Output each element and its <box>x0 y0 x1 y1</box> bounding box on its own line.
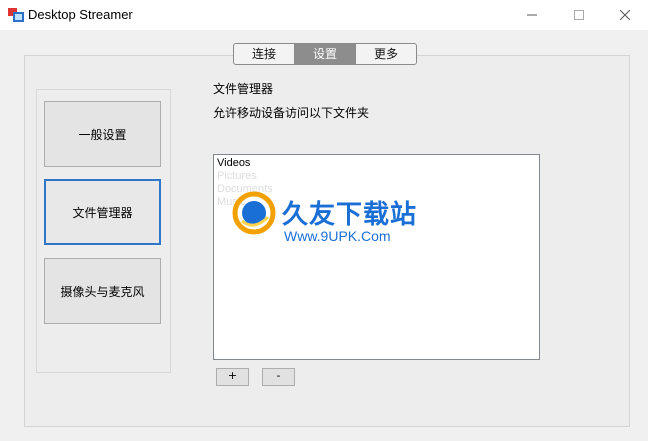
tab-bar: 连接 设置 更多 <box>233 43 417 65</box>
maximize-icon <box>574 10 584 20</box>
sidebar-item-label: 摄像头与麦克风 <box>60 284 145 299</box>
sidebar-item-general[interactable]: 一般设置 <box>44 101 161 167</box>
watermark-logo-icon <box>232 191 276 235</box>
app-window: Desktop Streamer 连接 设置 更多 一般设置 文件管理器 摄像头… <box>0 0 648 441</box>
tab-connect[interactable]: 连接 <box>234 44 295 64</box>
section-description: 允许移动设备访问以下文件夹 <box>213 106 370 120</box>
sidebar-item-camera-mic[interactable]: 摄像头与麦克风 <box>44 258 161 324</box>
tab-settings[interactable]: 设置 <box>295 44 356 64</box>
minimize-button[interactable] <box>509 0 555 30</box>
remove-folder-button[interactable]: - <box>262 368 295 386</box>
window-title: Desktop Streamer <box>28 7 133 22</box>
title-bar: Desktop Streamer <box>0 0 648 30</box>
sidebar-item-file-manager[interactable]: 文件管理器 <box>44 179 161 245</box>
minimize-icon <box>527 14 537 16</box>
folder-list[interactable]: Videos Pictures Documents Music <box>213 154 540 360</box>
folder-item-pictures[interactable]: Pictures <box>217 170 257 182</box>
watermark: 久友下载站 Www.9UPK.Com <box>232 188 432 248</box>
watermark-title: 久友下载站 <box>282 200 418 230</box>
add-folder-button[interactable]: + <box>216 368 249 386</box>
tab-more[interactable]: 更多 <box>356 44 416 64</box>
close-icon <box>620 10 630 20</box>
watermark-url: Www.9UPK.Com <box>284 228 391 244</box>
section-title: 文件管理器 <box>213 82 274 96</box>
maximize-button[interactable] <box>556 0 602 30</box>
folder-item-videos[interactable]: Videos <box>217 157 250 169</box>
app-icon <box>8 8 24 22</box>
sidebar-item-label: 文件管理器 <box>72 205 133 220</box>
close-button[interactable] <box>602 0 648 30</box>
sidebar-item-label: 一般设置 <box>78 127 127 142</box>
